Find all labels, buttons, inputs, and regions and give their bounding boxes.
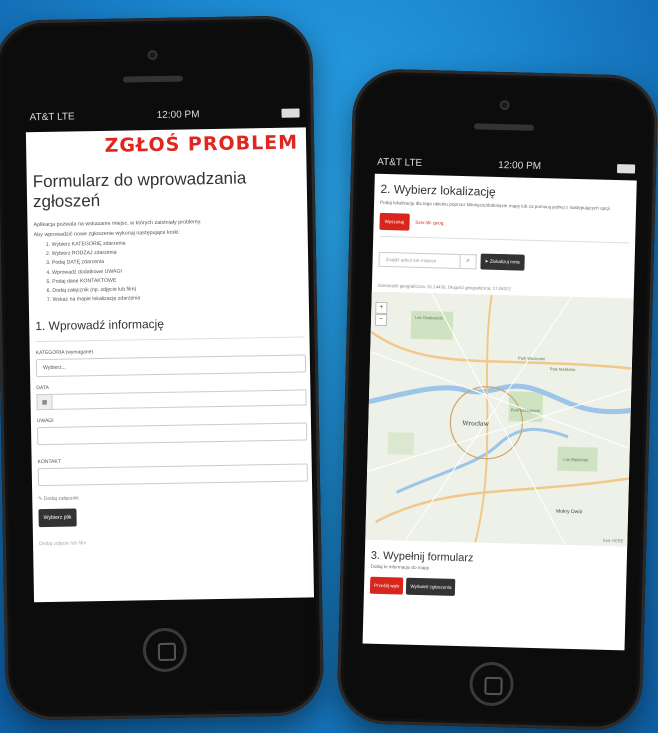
paperclip-icon: ✎ <box>38 496 43 503</box>
zoom-out-button[interactable]: − <box>374 313 388 327</box>
category-select[interactable]: Wybierz... <box>35 354 307 378</box>
attach-hint: Dodaj zdjęcie lub film <box>39 540 87 548</box>
front-camera-icon <box>147 49 158 61</box>
battery-icon <box>281 108 300 118</box>
search-row: Znajdź adres lub miejsce ⌕ ➤ Zlokalizuj … <box>378 251 628 274</box>
home-button[interactable] <box>142 627 188 673</box>
divider <box>379 235 630 244</box>
phone-left: AT&T LTE 12:00 PM ZGŁOŚ PROBLEM Formular… <box>0 15 325 721</box>
banner-title: ZGŁOŚ PROBLEM <box>104 131 299 157</box>
phone-right: AT&T LTE 12:00 PM 2. Wybierz lokalizację… <box>336 68 658 731</box>
calendar-icon[interactable]: ▦ <box>36 393 53 411</box>
battery-icon <box>616 164 636 174</box>
list-item: 7. Wskaż na mapie lokalizację zdarzenia <box>46 295 141 304</box>
clock-text: 12:00 PM <box>156 109 200 122</box>
map-label: Las Osobowicki <box>415 314 444 321</box>
choose-file-button[interactable]: Wybierz plik <box>38 508 77 528</box>
page-title: Formularz do wprowadzania zgłoszeń <box>32 168 247 212</box>
location-tabs: Wyszukaj Szer./dł. geog. <box>379 212 629 237</box>
notes-field[interactable] <box>37 422 308 446</box>
speaker-grille <box>474 123 535 131</box>
steps-intro-text: Aby wprowadzić nowe zgłoszenie wykonaj n… <box>33 229 180 239</box>
date-field[interactable]: ▦ <box>36 389 307 411</box>
attach-label: Dodaj załącznik <box>43 495 79 503</box>
tab-coords[interactable]: Szer./dł. geog. <box>415 220 444 226</box>
section2-title: 2. Wybierz lokalizację <box>380 181 496 199</box>
carrier-text: AT&T LTE <box>377 156 423 169</box>
search-icon[interactable]: ⌕ <box>460 253 477 269</box>
map-label: Park Szczytnicki <box>510 407 540 414</box>
map-view[interactable]: + − Wrocław Las Osobowicki Pole Maślicki… <box>365 291 634 547</box>
contact-field[interactable] <box>37 463 309 487</box>
map-label: Mokry Dwór <box>556 508 583 516</box>
zoom-in-button[interactable]: + <box>375 301 388 315</box>
section2-hint: Podaj lokalizację dla tego obiektu poprz… <box>380 199 611 211</box>
date-input[interactable] <box>52 389 307 410</box>
front-camera-icon <box>499 99 510 111</box>
location-arrow-icon: ➤ <box>484 258 489 264</box>
form-screen: ZGŁOŚ PROBLEM Formularz do wprowadzania … <box>25 127 315 603</box>
submit-button[interactable]: Prześlij wpis <box>369 576 404 595</box>
map-attribution: Esri, HERE <box>603 537 624 544</box>
intro-text: Aplikacja pozwala na wskazanie miejsc, w… <box>33 219 202 229</box>
status-bar: AT&T LTE 12:00 PM <box>377 156 636 175</box>
location-screen: 2. Wybierz lokalizację Podaj lokalizację… <box>362 173 637 651</box>
map-city-label: Wrocław <box>462 420 489 428</box>
section1-title: 1. Wprowadź informację <box>35 317 165 334</box>
map-label: Las Rędziński <box>563 456 589 463</box>
divider <box>35 336 304 343</box>
speaker-grille <box>122 75 184 83</box>
carrier-text: AT&T LTE <box>29 111 75 124</box>
locate-me-label: Zlokalizuj mnie <box>489 258 521 265</box>
attach-row: ✎ Dodaj załącznik <box>38 492 306 503</box>
action-buttons: Prześlij wpis Wyświetl zgłoszenia <box>369 576 620 601</box>
search-input[interactable]: Znajdź adres lub miejsce <box>378 251 461 269</box>
map-label: Pole Maślickie <box>549 366 576 373</box>
home-button[interactable] <box>468 661 515 707</box>
steps-list: 1. Wybierz KATEGORIĘ zdarzenia 2. Wybier… <box>46 237 309 304</box>
map-label: Park Wschodni <box>518 355 546 362</box>
clock-text: 12:00 PM <box>498 159 542 173</box>
map-graphic <box>365 291 634 547</box>
status-bar: AT&T LTE 12:00 PM <box>29 108 300 124</box>
locate-me-button[interactable]: ➤ Zlokalizuj mnie <box>480 253 525 271</box>
show-reports-button[interactable]: Wyświetl zgłoszenia <box>406 577 456 596</box>
tab-search[interactable]: Wyszukaj <box>379 212 410 231</box>
